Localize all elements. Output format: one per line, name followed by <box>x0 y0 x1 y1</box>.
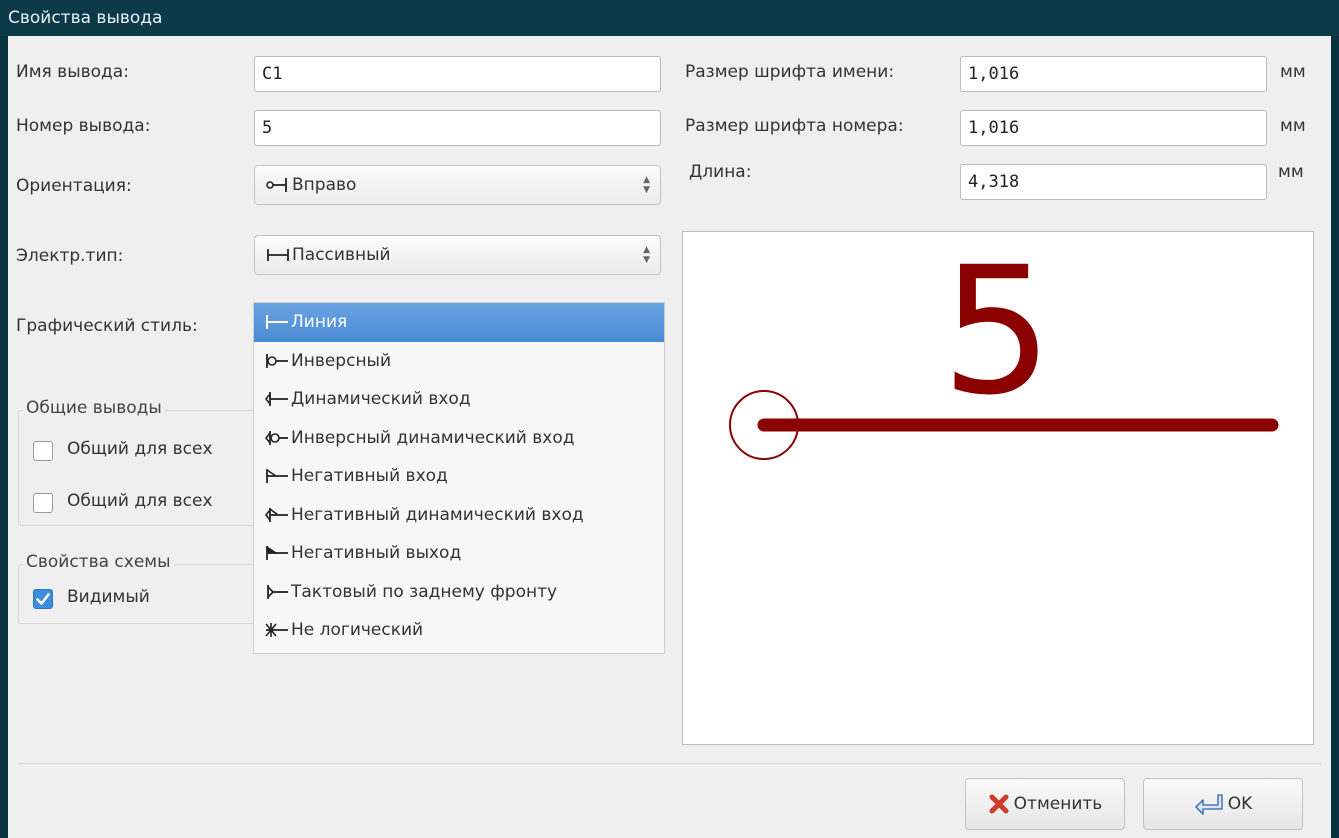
graphic-style-option-clock[interactable]: Динамический вход <box>254 380 664 419</box>
pin-number-text: 5 <box>941 232 1053 434</box>
graphic-style-option-label: Тактовый по заднему фронту <box>291 581 558 602</box>
name-font-size-input[interactable] <box>960 56 1267 92</box>
graphic-style-option-label: Не логический <box>291 620 424 640</box>
clock-low-icon <box>264 507 288 522</box>
pin-number-input[interactable] <box>254 110 661 146</box>
electrical-type-value: Пассивный <box>292 245 391 265</box>
common-all-styles-label: Общий для всех <box>67 491 213 511</box>
length-unit: мм <box>1278 162 1304 182</box>
common-pins-title: Общие выводы <box>23 398 165 418</box>
visible-label: Видимый <box>67 587 150 607</box>
electrical-type-select[interactable]: Пассивный ▲ ▼ <box>254 235 661 275</box>
graphic-style-option-label: Негативный вход <box>291 466 448 486</box>
graphic-style-option-label: Негативный динамический вход <box>291 504 584 525</box>
graphic-style-option-inverted-clock[interactable]: Инверсный динамический вход <box>254 419 664 458</box>
orientation-select[interactable]: Вправо ▲ ▼ <box>254 165 661 205</box>
checkmark-icon <box>36 593 50 605</box>
graphic-style-option-non-logic[interactable]: Не логический <box>254 611 664 650</box>
cancel-button-label: Отменить <box>1013 794 1103 814</box>
spin-arrows-icon: ▲ ▼ <box>643 175 650 195</box>
name-font-size-label: Размер шрифта имени: <box>685 62 895 82</box>
graphic-style-option-line[interactable]: Линия <box>254 303 664 342</box>
pin-number-label: Номер вывода: <box>16 116 151 136</box>
pin-name-label: Имя вывода: <box>16 62 129 82</box>
length-label: Длина: <box>689 162 752 182</box>
number-font-unit: мм <box>1280 116 1306 136</box>
button-separator <box>18 763 1321 764</box>
electrical-type-label: Электр.тип: <box>16 246 124 266</box>
input-low-icon <box>266 469 288 483</box>
falling-edge-clock-icon <box>267 584 288 599</box>
common-all-units-label: Общий для всех <box>67 439 213 459</box>
visible-checkbox[interactable] <box>33 589 53 609</box>
passive-icon <box>267 249 289 261</box>
length-input[interactable] <box>960 164 1267 200</box>
graphic-style-option-label: Негативный выход <box>291 543 462 563</box>
pin-preview-drawing: 5 <box>729 229 1279 460</box>
cancel-button[interactable]: Отменить <box>965 778 1125 830</box>
graphic-style-option-output-low[interactable]: Негативный выход <box>254 534 664 573</box>
schematic-properties-title: Свойства схемы <box>23 552 174 572</box>
graphic-style-option-label: Инверсный <box>291 350 392 371</box>
graphic-style-label: Графический стиль: <box>16 316 198 336</box>
graphic-style-option-label: Динамический вход <box>291 389 471 409</box>
graphic-style-option-clock-low[interactable]: Негативный динамический вход <box>254 496 664 535</box>
pin-preview-canvas: 5 <box>682 229 1314 745</box>
name-font-unit: мм <box>1280 62 1306 82</box>
graphic-style-list[interactable]: Линия Инверсный Динамический вход Инверс… <box>253 302 665 654</box>
spin-arrows-icon: ▲ ▼ <box>643 245 650 265</box>
enter-arrow-icon <box>1194 794 1223 815</box>
pin-right-icon <box>266 178 287 192</box>
clock-icon <box>264 392 288 406</box>
cancel-icon <box>989 794 1009 814</box>
common-pins-group: Общие выводы Общий для всех Общий для вс… <box>18 398 258 526</box>
non-logic-icon <box>265 623 288 637</box>
inverted-icon <box>266 353 288 368</box>
ok-button-label: OK <box>1227 794 1253 814</box>
window-title: Свойства вывода <box>0 0 1339 36</box>
graphic-style-option-falling-edge[interactable]: Тактовый по заднему фронту <box>254 573 664 612</box>
ok-button[interactable]: OK <box>1143 778 1303 830</box>
graphic-style-option-label: Линия <box>291 312 348 332</box>
common-all-styles-checkbox[interactable] <box>33 493 53 513</box>
graphic-style-option-inverted[interactable]: Инверсный <box>254 342 664 381</box>
line-icon <box>266 315 288 329</box>
output-low-icon <box>266 546 288 560</box>
number-font-size-label: Размер шрифта номера: <box>685 116 904 136</box>
number-font-size-input[interactable] <box>960 110 1267 146</box>
pin-name-input[interactable] <box>254 56 661 92</box>
inverted-clock-icon <box>264 430 288 445</box>
schematic-properties-group: Свойства схемы Видимый <box>18 552 258 624</box>
pin-properties-dialog: Имя вывода: Номер вывода: Ориентация: Вп… <box>8 36 1331 838</box>
common-all-units-checkbox[interactable] <box>33 441 53 461</box>
graphic-style-option-label: Инверсный динамический вход <box>291 427 575 448</box>
orientation-label: Ориентация: <box>16 176 132 196</box>
orientation-value: Вправо <box>292 175 357 195</box>
graphic-style-option-input-low[interactable]: Негативный вход <box>254 457 664 496</box>
